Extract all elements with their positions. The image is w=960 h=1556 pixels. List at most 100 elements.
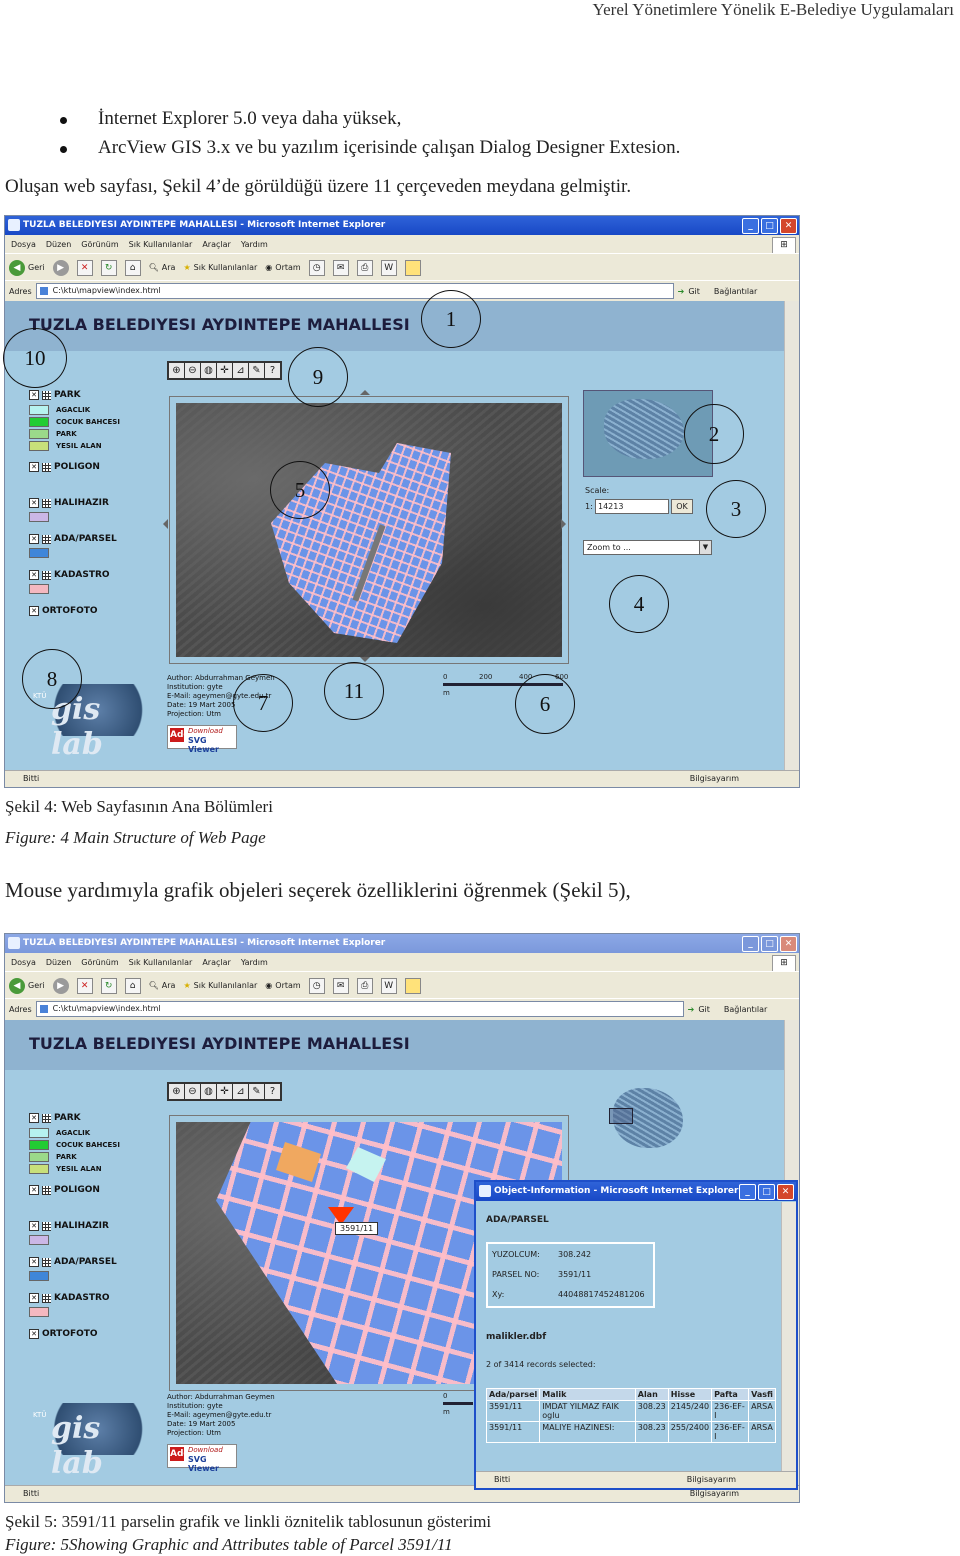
legend-adaparsel[interactable]: ✕ ADA/PARSEL <box>29 533 117 545</box>
checkbox-icon[interactable]: ✕ <box>29 570 39 580</box>
favorites-button[interactable]: ★ Sık Kullanılanlar <box>183 981 257 990</box>
stop-icon[interactable]: ✕ <box>76 977 93 994</box>
checkbox-icon[interactable]: ✕ <box>29 1185 39 1195</box>
search-button[interactable]: 🔍︎ Ara <box>149 263 176 272</box>
maximize-button[interactable]: □ <box>758 1184 775 1200</box>
table-icon[interactable] <box>42 462 51 472</box>
table-icon[interactable] <box>42 498 51 508</box>
address-input[interactable]: C:\ktu\mapview\index.html <box>35 1001 684 1017</box>
table-icon[interactable] <box>42 1221 51 1231</box>
zoom-select[interactable]: Zoom to ... ▼ <box>583 540 712 555</box>
table-icon[interactable] <box>42 534 51 544</box>
edit-icon[interactable]: W <box>380 259 397 276</box>
pan-north-icon[interactable] <box>360 390 370 395</box>
table-icon[interactable] <box>42 1293 51 1303</box>
table-row[interactable]: 3591/11 IMDAT YILMAZ FAIK oglu 308.23 21… <box>485 1400 776 1422</box>
edit-icon[interactable]: W <box>380 977 397 994</box>
legend-ortofoto[interactable]: ✕ ORTOFOTO <box>29 1328 98 1340</box>
vertical-scrollbar[interactable] <box>784 301 799 771</box>
refresh-icon[interactable]: ↻ <box>100 259 117 276</box>
full-extent-icon[interactable]: ◍ <box>201 363 216 378</box>
history-icon[interactable]: ◷ <box>308 259 325 276</box>
checkbox-icon[interactable]: ✕ <box>29 1221 39 1231</box>
help-icon[interactable]: ? <box>265 1084 280 1099</box>
identify-icon[interactable]: ✎ <box>249 1084 264 1099</box>
menu-edit[interactable]: Düzen <box>46 236 71 253</box>
menu-tools[interactable]: Araçlar <box>202 954 230 971</box>
table-icon[interactable] <box>42 1257 51 1267</box>
table-icon[interactable] <box>42 1113 51 1123</box>
menu-view[interactable]: Görünüm <box>81 236 118 253</box>
pan-south-icon[interactable] <box>360 657 370 662</box>
measure-icon[interactable]: ⊿ <box>233 1084 248 1099</box>
full-extent-icon[interactable]: ◍ <box>201 1084 216 1099</box>
pan-icon[interactable]: ✛ <box>217 1084 232 1099</box>
scale-input[interactable]: 14213 <box>595 499 669 514</box>
legend-poligon[interactable]: ✕ POLIGON <box>29 1184 100 1196</box>
scale-ok-button[interactable]: OK <box>671 499 693 514</box>
svg-viewer-download[interactable]: Adobe Download SVG Viewer <box>167 1444 237 1473</box>
home-icon[interactable]: ⌂ <box>124 977 141 994</box>
table-icon[interactable] <box>42 1185 51 1195</box>
stop-icon[interactable]: ✕ <box>76 259 93 276</box>
menu-tools[interactable]: Araçlar <box>202 236 230 253</box>
search-button[interactable]: 🔍︎ Ara <box>149 981 176 990</box>
identify-icon[interactable]: ✎ <box>249 363 264 378</box>
table-icon[interactable] <box>42 390 51 400</box>
main-map[interactable] <box>170 397 568 663</box>
legend-park[interactable]: ✕ PARK <box>29 1112 81 1124</box>
menu-favorites[interactable]: Sık Kullanılanlar <box>129 236 193 253</box>
forward-button[interactable]: ▶ <box>52 977 69 994</box>
zoom-out-icon[interactable]: ⊖ <box>185 363 200 378</box>
zoom-in-icon[interactable]: ⊕ <box>169 363 184 378</box>
home-icon[interactable]: ⌂ <box>124 259 141 276</box>
close-button[interactable]: ✕ <box>777 1184 794 1200</box>
maximize-button[interactable]: □ <box>761 218 778 234</box>
print-icon[interactable]: ⎙ <box>356 259 373 276</box>
checkbox-icon[interactable]: ✕ <box>29 498 39 508</box>
mail-icon[interactable]: ✉ <box>332 977 349 994</box>
menu-file[interactable]: Dosya <box>11 954 36 971</box>
checkbox-icon[interactable]: ✕ <box>29 1257 39 1267</box>
menu-view[interactable]: Görünüm <box>81 954 118 971</box>
minimize-button[interactable]: _ <box>739 1184 756 1200</box>
minimize-button[interactable]: _ <box>742 936 759 952</box>
messenger-icon[interactable] <box>404 977 421 994</box>
close-button[interactable]: ✕ <box>780 936 797 952</box>
checkbox-icon[interactable]: ✕ <box>29 534 39 544</box>
pan-east-icon[interactable] <box>561 519 566 529</box>
history-icon[interactable]: ◷ <box>308 977 325 994</box>
legend-kadastro[interactable]: ✕ KADASTRO <box>29 1292 110 1304</box>
print-icon[interactable]: ⎙ <box>356 977 373 994</box>
legend-ortofoto[interactable]: ✕ ORTOFOTO <box>29 605 98 617</box>
address-input[interactable]: C:\ktu\mapview\index.html <box>35 283 674 299</box>
pan-west-icon[interactable] <box>163 519 168 529</box>
go-arrow-icon[interactable]: ➔ <box>688 1005 695 1014</box>
checkbox-icon[interactable]: ✕ <box>29 1113 39 1123</box>
checkbox-icon[interactable]: ✕ <box>29 1329 39 1339</box>
help-icon[interactable]: ? <box>265 363 280 378</box>
menu-help[interactable]: Yardım <box>241 236 268 253</box>
checkbox-icon[interactable]: ✕ <box>29 1293 39 1303</box>
menu-edit[interactable]: Düzen <box>46 954 71 971</box>
go-button[interactable]: Git <box>698 1005 710 1014</box>
media-button[interactable]: ◉ Ortam <box>265 981 300 990</box>
refresh-icon[interactable]: ↻ <box>100 977 117 994</box>
back-button[interactable]: ◀ Geri <box>9 259 45 276</box>
forward-button[interactable]: ▶ <box>52 259 69 276</box>
legend-park[interactable]: ✕ PARK <box>29 389 81 401</box>
media-button[interactable]: ◉ Ortam <box>265 263 300 272</box>
checkbox-icon[interactable]: ✕ <box>29 390 39 400</box>
messenger-icon[interactable] <box>404 259 421 276</box>
legend-adaparsel[interactable]: ✕ ADA/PARSEL <box>29 1256 117 1268</box>
menu-help[interactable]: Yardım <box>241 954 268 971</box>
menu-favorites[interactable]: Sık Kullanılanlar <box>129 954 193 971</box>
favorites-button[interactable]: ★ Sık Kullanılanlar <box>183 263 257 272</box>
minimize-button[interactable]: _ <box>742 218 759 234</box>
zoom-out-icon[interactable]: ⊖ <box>185 1084 200 1099</box>
zoom-in-icon[interactable]: ⊕ <box>169 1084 184 1099</box>
maximize-button[interactable]: □ <box>761 936 778 952</box>
legend-halihazir[interactable]: ✕ HALIHAZIR <box>29 1220 109 1232</box>
pan-icon[interactable]: ✛ <box>217 363 232 378</box>
links-button[interactable]: Bağlantılar <box>714 287 757 296</box>
